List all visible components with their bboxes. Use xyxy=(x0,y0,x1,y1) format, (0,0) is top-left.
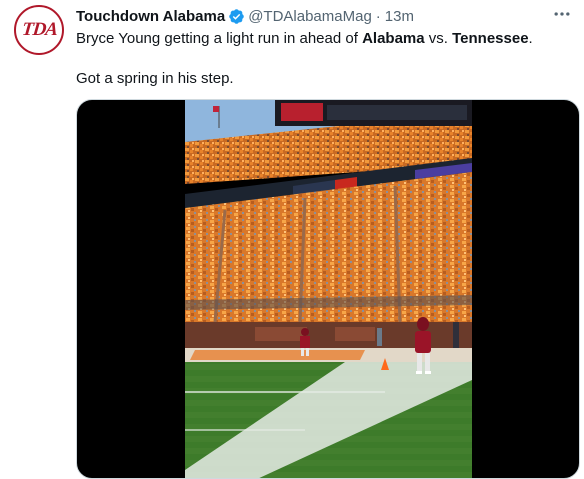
tweet-line-1: Bryce Young getting a light run in ahead… xyxy=(76,29,576,49)
handle[interactable]: @TDAlabamaMag xyxy=(248,8,372,25)
more-dots-icon xyxy=(554,12,570,16)
tweet-bold-alabama: Alabama xyxy=(362,30,425,47)
avatar[interactable]: TDA xyxy=(14,5,64,55)
timestamp[interactable]: 13m xyxy=(385,8,414,25)
stadium-video-frame xyxy=(185,100,472,478)
avatar-logo: TDA xyxy=(20,19,58,40)
media-container xyxy=(76,99,580,479)
separator-dot: · xyxy=(375,7,381,25)
tweet-text-part2: vs. xyxy=(424,30,453,47)
tweet-header: Touchdown Alabama @TDAlabamaMag · 13m xyxy=(76,6,414,26)
tweet-text-part1: Bryce Young getting a light run in ahead… xyxy=(76,30,363,47)
more-button[interactable] xyxy=(550,4,574,24)
display-name[interactable]: Touchdown Alabama xyxy=(76,8,225,25)
tweet-text: Bryce Young getting a light run in ahead… xyxy=(76,29,576,89)
verified-badge-icon xyxy=(229,8,244,24)
video-player[interactable] xyxy=(185,100,472,478)
tweet-line-2: Got a spring in his step. xyxy=(76,70,234,87)
tweet-text-part3: . xyxy=(528,30,533,47)
tweet-bold-tennessee: Tennessee xyxy=(452,30,529,47)
